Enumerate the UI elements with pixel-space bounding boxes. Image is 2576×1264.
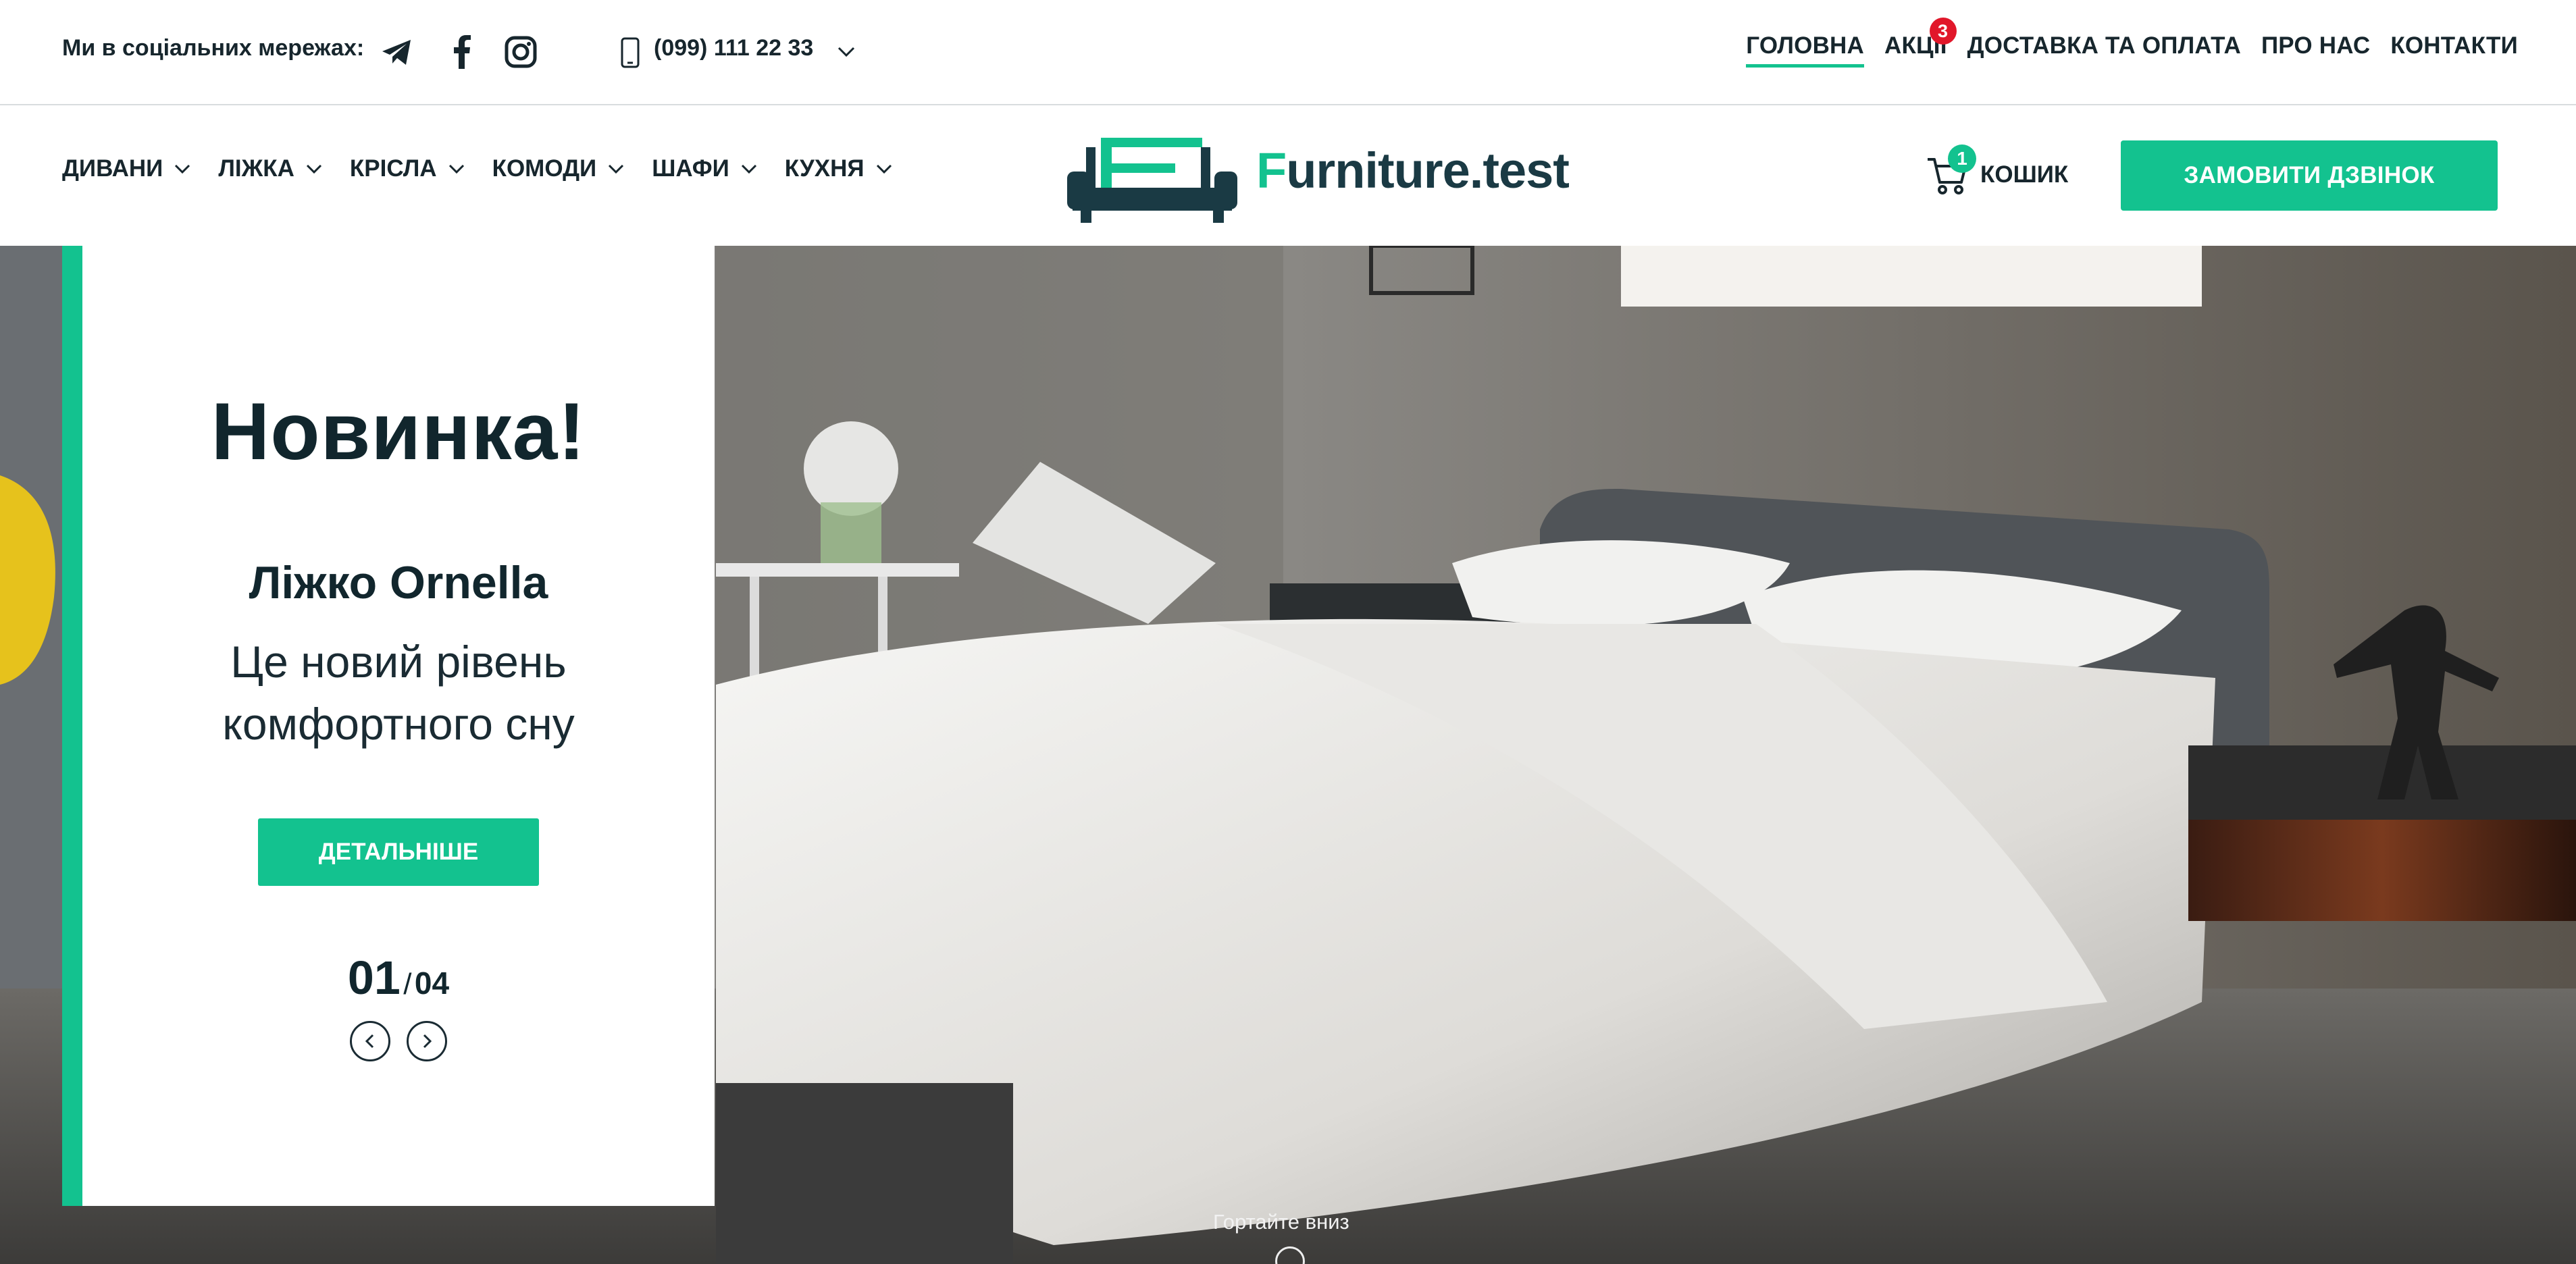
nav-item-delivery[interactable]: ДОСТАВКА ТА ОПЛАТА [1967,32,2241,68]
category-armchairs[interactable]: КРІСЛА [350,155,465,182]
facebook-icon[interactable] [450,34,474,70]
chevron-right-icon [423,1034,432,1049]
scroll-down-hint: Гортайте вниз [1213,1210,1349,1234]
nav-item-about[interactable]: ПРО НАС [2261,32,2370,68]
cart-icon: 1 [1926,144,1976,196]
logo-text: Furniture.test [1256,142,1570,199]
hero-accent-bar [62,246,82,1206]
chevron-down-icon [609,164,624,174]
chevron-down-icon [175,164,190,174]
nav-item-promotions[interactable]: АКЦІЇ 3 [1884,18,1957,68]
nav-item-contacts[interactable]: КОНТАКТИ [2390,32,2518,68]
hero-description: Це новий рівень комфортного сну [222,637,575,749]
slide-current: 01 [347,951,401,1004]
sofa-logo-icon [1067,138,1237,223]
category-kitchen[interactable]: КУХНЯ [785,155,893,182]
hero-product-name: Ліжко Ornella [249,557,548,608]
chevron-down-icon [741,164,756,174]
nav-item-home[interactable]: ГОЛОВНА [1746,32,1864,68]
slide-separator: / [403,968,412,1001]
category-label: ДИВАНИ [62,155,163,182]
category-navigation: ДИВАНИ ЛІЖКА КРІСЛА КОМОДИ ШАФИ КУХНЯ [62,155,893,182]
prev-slide-button[interactable] [350,1021,390,1061]
promotions-count-badge: 3 [1929,18,1957,45]
slide-total: 04 [414,966,450,1001]
chevron-down-icon [876,164,892,174]
category-beds[interactable]: ЛІЖКА [218,155,323,182]
instagram-icon[interactable] [504,35,538,69]
social-label: Ми в соціальних мережах: [62,35,365,61]
category-label: ЛІЖКА [218,155,294,182]
category-sofas[interactable]: ДИВАНИ [62,155,191,182]
details-button[interactable]: ДЕТАЛЬНІШЕ [258,818,539,886]
cart-count-badge: 1 [1948,144,1976,173]
chevron-down-icon [306,164,321,174]
next-slide-button[interactable] [407,1021,447,1061]
slide-counter: 01 / 04 [82,951,715,1005]
hero-card: Новинка! Ліжко Ornella Це новий рівень к… [82,246,715,1206]
category-label: КРІСЛА [349,155,437,182]
telegram-icon[interactable] [381,36,413,69]
order-call-button[interactable]: ЗАМОВИТИ ДЗВІНОК [2121,140,2498,211]
main-header: ДИВАНИ ЛІЖКА КРІСЛА КОМОДИ ШАФИ КУХНЯ Fu… [0,107,2576,246]
top-navigation: ГОЛОВНА АКЦІЇ 3 ДОСТАВКА ТА ОПЛАТА ПРО Н… [1746,18,2518,68]
category-label: ШАФИ [652,155,729,182]
hero-title: Новинка! [211,386,586,477]
category-label: КУХНЯ [784,155,865,182]
category-dressers[interactable]: КОМОДИ [492,155,625,182]
cart-button[interactable]: 1 КОШИК [1926,144,2069,196]
chevron-down-icon[interactable] [836,42,856,62]
top-bar: Ми в соціальних мережах: (099) 111 22 33… [0,0,2576,105]
mobile-phone-icon [619,35,642,70]
category-label: КОМОДИ [492,155,597,182]
chevron-left-icon [365,1034,374,1049]
cart-label: КОШИК [1980,161,2069,188]
category-wardrobes[interactable]: ШАФИ [652,155,758,182]
chevron-down-icon [448,164,464,174]
site-logo[interactable]: Furniture.test [1066,122,1570,230]
phone-number[interactable]: (099) 111 22 33 [654,35,813,61]
